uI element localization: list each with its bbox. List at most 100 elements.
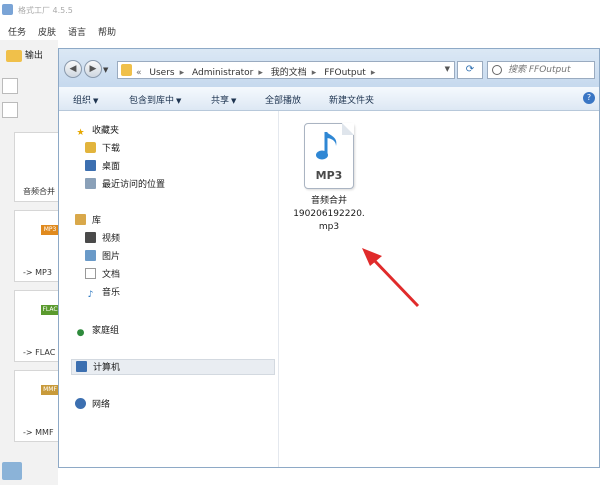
nav-label: 计算机	[93, 363, 121, 373]
flac-badge: FLAC	[41, 305, 59, 315]
download-folder-icon	[85, 142, 96, 153]
nav-downloads[interactable]: 下载	[85, 141, 120, 157]
to-mmf-card[interactable]: MMF -> MMF	[14, 370, 60, 442]
new-folder-button[interactable]: 新建文件夹	[329, 93, 374, 106]
file-name-line: mp3	[318, 222, 340, 232]
audio-merge-card[interactable]: 音频合并	[14, 132, 60, 202]
app-titlebar: 格式工厂 4.5.5	[0, 0, 600, 22]
include-in-library-button[interactable]: 包含到库中 ▼	[129, 93, 181, 106]
organize-button[interactable]: 组织 ▼	[73, 93, 98, 106]
refresh-icon: ⟳	[465, 64, 475, 75]
help-icon[interactable]: ?	[583, 92, 595, 104]
history-dropdown-icon[interactable]: ▼	[103, 66, 108, 74]
navigation-pane: ★ 收藏夹 下载 桌面 最近访问的位置 库 视频 图片 文档 ♪ 音乐 ● 家庭组 计…	[59, 111, 279, 467]
audio-tool-icon[interactable]	[2, 102, 18, 118]
path-dropdown-icon[interactable]: ▼	[445, 65, 450, 73]
search-icon	[492, 65, 502, 75]
nav-desktop[interactable]: 桌面	[85, 159, 120, 175]
menu-language[interactable]: 语言	[68, 25, 86, 38]
breadcrumb-ffoutput[interactable]: FFOutput	[324, 68, 366, 78]
video-tool-icon[interactable]	[2, 78, 18, 94]
taskbar-app-icon[interactable]	[2, 462, 22, 480]
file-name: 音频合并 190206192220. mp3	[279, 195, 379, 234]
search-input[interactable]	[508, 63, 594, 77]
organize-label: 组织	[73, 96, 92, 106]
picture-library-icon	[85, 250, 96, 261]
nav-label: 收藏夹	[92, 126, 120, 136]
nav-music[interactable]: ♪ 音乐	[85, 285, 120, 301]
document-library-icon	[85, 268, 96, 279]
breadcrumb-users[interactable]: Users	[149, 68, 174, 78]
refresh-button[interactable]: ⟳	[457, 61, 483, 79]
nav-libraries[interactable]: 库	[75, 213, 101, 229]
chevron-down-icon: ▼	[93, 97, 99, 105]
app-icon	[2, 4, 13, 15]
share-button[interactable]: 共享 ▼	[211, 93, 236, 106]
to-mp3-card[interactable]: MP3 -> MP3	[14, 210, 60, 282]
file-name-line: 190206192220.	[293, 209, 365, 219]
nav-favorites[interactable]: ★ 收藏夹	[75, 123, 119, 139]
computer-icon	[76, 361, 87, 372]
recent-places-icon	[85, 178, 96, 189]
menu-help[interactable]: 帮助	[98, 25, 116, 38]
path-box[interactable]: « Users ▸ Administrator ▸ 我的文档 ▸ FFOutput ▸ …	[117, 61, 455, 79]
include-in-library-label: 包含到库中	[129, 96, 175, 106]
chevron-right-icon[interactable]: ▸	[258, 68, 263, 78]
app-sidebar: 音频合并 MP3 -> MP3 FLAC -> FLAC MMF -> MMF	[0, 40, 60, 485]
nav-pictures[interactable]: 图片	[85, 249, 120, 265]
breadcrumb-overflow[interactable]: «	[136, 68, 142, 78]
desktop-icon	[85, 160, 96, 171]
nav-recent-places[interactable]: 最近访问的位置	[85, 177, 165, 193]
nav-videos[interactable]: 视频	[85, 231, 120, 247]
breadcrumb-administrator[interactable]: Administrator	[192, 68, 253, 78]
nav-label: 图片	[102, 252, 121, 262]
share-label: 共享	[211, 96, 230, 106]
nav-homegroup[interactable]: ● 家庭组	[75, 323, 119, 339]
breadcrumb-documents[interactable]: 我的文档	[271, 68, 307, 78]
mp3-badge: MP3	[41, 225, 59, 235]
mp3-file-icon: MP3	[304, 123, 354, 189]
chevron-down-icon: ▼	[176, 97, 182, 105]
play-all-button[interactable]: 全部播放	[265, 93, 301, 106]
chevron-right-icon[interactable]: ▸	[371, 68, 376, 78]
star-icon: ★	[76, 128, 85, 138]
app-title: 格式工厂 4.5.5	[18, 6, 73, 15]
card-label: -> MMF	[23, 428, 54, 437]
forward-button[interactable]: ▶	[84, 60, 102, 78]
search-box[interactable]	[487, 61, 595, 79]
nav-label: 最近访问的位置	[102, 180, 166, 190]
output-folder-button[interactable]: 输出	[6, 48, 43, 62]
nav-label: 文档	[102, 270, 121, 280]
back-arrow-icon: ◀	[69, 64, 77, 74]
to-flac-card[interactable]: FLAC -> FLAC	[14, 290, 60, 362]
menu-task[interactable]: 任务	[8, 25, 26, 38]
command-bar: 组织 ▼ 包含到库中 ▼ 共享 ▼ 全部播放 新建文件夹 ?	[59, 87, 599, 111]
chevron-right-icon[interactable]: ▸	[180, 68, 185, 78]
card-label: -> MP3	[23, 268, 52, 277]
menu-skin[interactable]: 皮肤	[38, 25, 56, 38]
homegroup-icon: ●	[76, 328, 85, 338]
music-note-icon	[316, 132, 337, 160]
file-name-line: 音频合并	[310, 196, 347, 206]
mp3-label: MP3	[315, 169, 343, 182]
nav-label: 库	[92, 216, 102, 226]
forward-arrow-icon: ▶	[89, 64, 97, 74]
back-button[interactable]: ◀	[64, 60, 82, 78]
chevron-down-icon: ▼	[231, 97, 237, 105]
nav-computer[interactable]: 计算机	[71, 359, 275, 375]
card-label: -> FLAC	[23, 348, 56, 357]
nav-label: 音乐	[102, 288, 121, 298]
folder-icon	[121, 64, 132, 76]
nav-network[interactable]: 网络	[75, 397, 110, 413]
nav-documents[interactable]: 文档	[85, 267, 120, 283]
card-label: 音频合并	[23, 187, 55, 196]
explorer-window: ◀ ▶ ▼ « Users ▸ Administrator ▸ 我的文档 ▸ FFOu…	[58, 48, 600, 468]
nav-label: 网络	[92, 400, 111, 410]
mp3-file-item[interactable]: MP3 音频合并 190206192220. mp3	[279, 123, 379, 234]
music-note-icon: ♪	[87, 290, 94, 300]
address-bar: ◀ ▶ ▼ « Users ▸ Administrator ▸ 我的文档 ▸ FFOu…	[59, 49, 599, 87]
library-icon	[75, 214, 86, 225]
folder-icon	[6, 49, 22, 62]
chevron-right-icon[interactable]: ▸	[312, 68, 317, 78]
nav-label: 家庭组	[92, 326, 120, 336]
